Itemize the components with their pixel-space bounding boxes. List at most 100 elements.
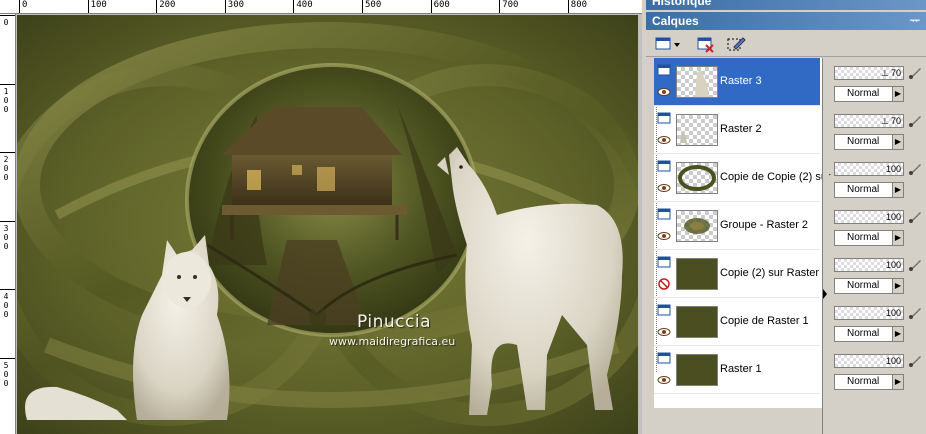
chevron-right-icon[interactable]: ▶: [892, 278, 904, 294]
eye-icon[interactable]: [657, 326, 671, 338]
layer-thumbnail: [676, 258, 718, 290]
image-canvas[interactable]: Pinuccia www.maidiregrafica.eu: [17, 15, 638, 434]
chevron-right-icon[interactable]: [822, 285, 828, 303]
layer-properties: ⊥ 70 Normal ▶: [832, 62, 926, 110]
blend-mode-select[interactable]: Normal ▶: [834, 134, 904, 150]
ruler-tick-label: 100: [87, 0, 107, 13]
opacity-slider[interactable]: 100: [834, 258, 904, 272]
ruler-tick-label: 700: [499, 0, 519, 13]
opacity-slider[interactable]: 100: [834, 162, 904, 176]
new-layer-icon: [655, 37, 680, 50]
ruler-tick-label: 300: [224, 0, 245, 13]
opacity-value: 70: [890, 68, 901, 78]
layer-row[interactable]: Groupe - Raster 2: [654, 202, 820, 250]
brush-icon[interactable]: [908, 114, 922, 128]
watermark-title: Pinuccia: [357, 312, 431, 332]
chevron-right-icon[interactable]: ▶: [892, 374, 904, 390]
layer-name: Raster 1: [720, 363, 762, 375]
edit-selection-icon: [727, 37, 746, 51]
blend-mode-select[interactable]: Normal ▶: [834, 374, 904, 390]
chevron-right-icon[interactable]: ▶: [892, 326, 904, 342]
blend-mode-select[interactable]: Normal ▶: [834, 182, 904, 198]
layer-thumbnail: [676, 306, 718, 338]
panel-splitter[interactable]: [822, 58, 829, 434]
raster-layer-icon: [657, 352, 671, 364]
layer-properties: 100 Normal ▶: [832, 206, 926, 254]
layer-row[interactable]: Copie (2) sur Raster 1: [654, 250, 828, 298]
opacity-slider[interactable]: 100: [834, 354, 904, 368]
eye-icon[interactable]: [657, 86, 671, 98]
layer-row[interactable]: Raster 2: [654, 106, 820, 154]
new-layer-button[interactable]: [654, 35, 682, 53]
brush-icon[interactable]: [908, 354, 922, 368]
blend-mode-select[interactable]: Normal ▶: [834, 326, 904, 342]
blend-mode-select[interactable]: Normal ▶: [834, 278, 904, 294]
brush-icon[interactable]: [908, 162, 922, 176]
layer-properties: 100 Normal ▶: [832, 350, 926, 398]
brush-icon[interactable]: [908, 258, 922, 272]
brush-icon[interactable]: [908, 210, 922, 224]
layer-row[interactable]: Raster 3: [654, 58, 820, 106]
layer-name: Raster 3: [720, 75, 762, 87]
chevron-right-icon[interactable]: ▶: [892, 182, 904, 198]
chevron-right-icon[interactable]: ▶: [892, 86, 904, 102]
brush-icon[interactable]: [908, 306, 922, 320]
ruler-tick-label: 200: [0, 152, 15, 183]
layers-panel-title[interactable]: Calques ᅲ: [646, 12, 926, 30]
delete-layer-button[interactable]: [696, 35, 716, 53]
opacity-value: 100: [885, 308, 901, 318]
layer-properties: ⊥ 70 Normal ▶: [832, 110, 926, 158]
raster-layer-icon: [657, 64, 671, 76]
raster-layer-icon: [657, 256, 671, 268]
raster-layer-icon: [657, 208, 671, 220]
canvas-area[interactable]: 0 100 200 300 400 500 600 700 800 0 100 200 300 400 5…: [0, 0, 642, 434]
raster-layer-icon: [657, 160, 671, 172]
hidden-layer-icon[interactable]: [657, 278, 671, 290]
ruler-tick-label: 100: [0, 83, 15, 114]
chevron-right-icon[interactable]: ▶: [892, 230, 904, 246]
history-panel-title[interactable]: Historique: [646, 0, 926, 10]
layer-properties: 100 Normal ▶: [832, 254, 926, 302]
raster-layer-icon: [657, 112, 671, 124]
eye-icon[interactable]: [657, 374, 671, 386]
layer-thumbnail: [676, 66, 718, 98]
opacity-slider[interactable]: 100: [834, 306, 904, 320]
artwork: [17, 15, 638, 434]
layer-thumbnail: [676, 210, 718, 242]
layer-properties: 100 Normal ▶: [832, 302, 926, 350]
slider-thumb-icon[interactable]: ⊥: [881, 116, 889, 127]
layer-row[interactable]: Copie de Copie (2) sur: [654, 154, 831, 202]
pin-icon[interactable]: ᅲ: [910, 12, 920, 30]
edit-selection-button[interactable]: [726, 35, 746, 53]
layers-toolbar: [646, 32, 926, 57]
brush-icon[interactable]: [908, 66, 922, 80]
eye-icon[interactable]: [657, 134, 671, 146]
ruler-tick-label: 500: [0, 358, 15, 388]
ruler-tick-label: 400: [0, 289, 15, 320]
ruler-tick-label: 600: [430, 0, 450, 13]
slider-thumb-icon[interactable]: ⊥: [881, 68, 889, 79]
ruler-tick-label: 400: [293, 0, 313, 13]
opacity-value: 100: [885, 212, 901, 222]
blend-mode-select[interactable]: Normal ▶: [834, 230, 904, 246]
layer-row[interactable]: Raster 1: [654, 346, 820, 394]
eye-icon[interactable]: [657, 230, 671, 242]
layers-title-text: Calques: [652, 14, 699, 28]
layer-row[interactable]: Copie de Raster 1: [654, 298, 820, 346]
watermark-url: www.maidiregrafica.eu: [329, 335, 456, 348]
layer-name: Copie (2) sur Raster 1: [720, 267, 829, 279]
history-title-text: Historique: [652, 0, 712, 8]
opacity-slider[interactable]: ⊥ 70: [834, 66, 904, 80]
chevron-right-icon[interactable]: ▶: [892, 134, 904, 150]
layer-thumbnail: [676, 114, 718, 146]
layer-name: Copie de Copie (2) sur: [720, 171, 831, 183]
eye-icon[interactable]: [657, 182, 671, 194]
ruler-tick-label: 200: [156, 0, 176, 13]
delete-layer-icon: [697, 37, 714, 53]
blend-mode-select[interactable]: Normal ▶: [834, 86, 904, 102]
opacity-slider[interactable]: ⊥ 70: [834, 114, 904, 128]
ruler-tick-label: 0: [0, 15, 15, 27]
vertical-ruler: 0 100 200 300 400 500: [0, 14, 16, 434]
opacity-value: 70: [890, 116, 901, 126]
opacity-slider[interactable]: 100: [834, 210, 904, 224]
